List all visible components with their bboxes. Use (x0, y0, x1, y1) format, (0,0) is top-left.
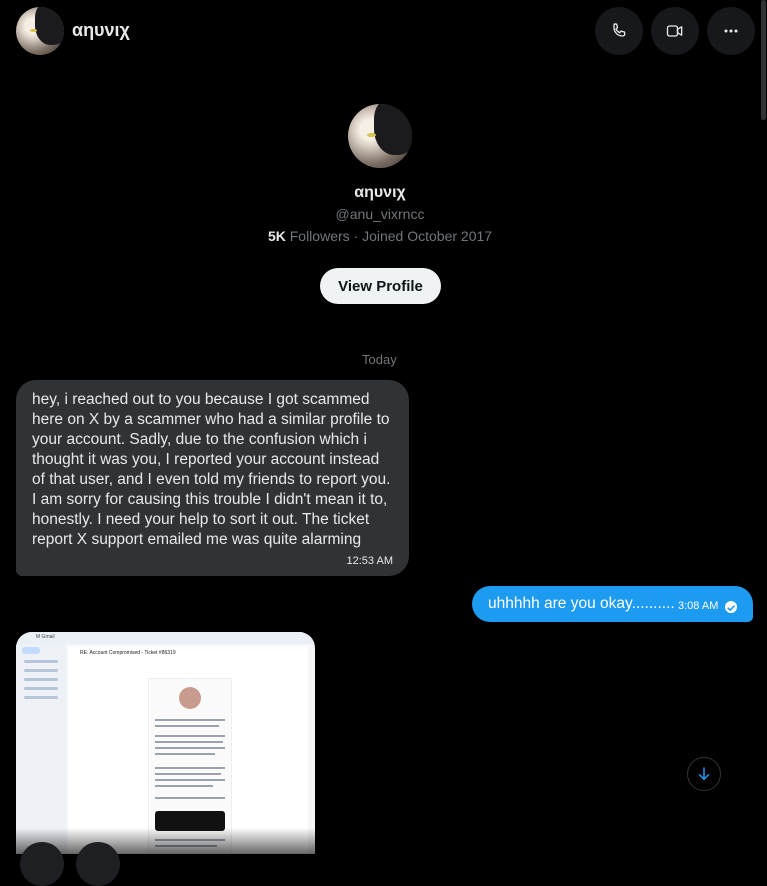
message-text: uhhhhh are you okay.......... (488, 595, 675, 612)
attachment-topbar: M Gmail (16, 632, 315, 644)
attachment-app-label: M Gmail (36, 634, 55, 640)
attachment-sidebar-item (24, 687, 58, 690)
more-icon (724, 29, 738, 33)
attachment-sidebar-item (24, 660, 58, 663)
view-profile-button[interactable]: View Profile (320, 268, 441, 304)
attachment-text-line (155, 767, 225, 769)
more-options-button[interactable] (707, 7, 755, 55)
profile-summary: αηυνιχ @anu_vixrncc 5K Followers · Joine… (0, 104, 760, 244)
call-button[interactable] (595, 7, 643, 55)
attachment-text-line (155, 741, 223, 743)
phone-icon (613, 23, 626, 37)
attachment-subject: RE: Account Compromised - Ticket #86319 (80, 650, 176, 656)
attachment-text-line (155, 719, 225, 721)
date-divider: Today (362, 352, 397, 367)
avatar-eye (30, 28, 38, 32)
attachment-text-line (155, 797, 225, 799)
attachment-avatar (179, 687, 201, 709)
attachment-sidebar-item (24, 678, 58, 681)
read-receipt-icon (725, 601, 737, 613)
composer-media-button[interactable] (20, 842, 64, 886)
outgoing-message[interactable]: uhhhhh are you okay.......... 3:08 AM (472, 586, 753, 622)
attachment-compose (22, 647, 40, 654)
profile-avatar[interactable] (348, 104, 412, 168)
image-attachment[interactable]: M Gmail RE: Account Compromised - Ticket… (16, 632, 315, 854)
incoming-message[interactable]: hey, i reached out to you because I got … (16, 380, 409, 576)
attachment-text-line (155, 773, 221, 775)
arrow-down-icon (698, 767, 710, 780)
scrollbar-thumb[interactable] (761, 0, 766, 120)
message-time: 3:08 AM (678, 600, 719, 612)
attachment-sidebar-item (24, 696, 58, 699)
scrollbar[interactable] (760, 0, 767, 854)
message-text: hey, i reached out to you because I got … (32, 391, 391, 548)
attachment-text-line (155, 735, 225, 737)
attachment-text-line (155, 785, 213, 787)
conversation-header: αηυνιχ (0, 0, 767, 62)
video-call-button[interactable] (651, 7, 699, 55)
attachment-text-line (155, 725, 219, 727)
attachment-sidebar-item (24, 669, 58, 672)
avatar[interactable] (16, 7, 64, 55)
joined-date: · Joined October 2017 (349, 228, 493, 244)
profile-meta: 5K Followers · Joined October 2017 (0, 228, 760, 244)
avatar-hair (35, 7, 64, 46)
scroll-to-bottom-button[interactable] (687, 757, 721, 791)
profile-handle: @anu_vixrncc (335, 206, 425, 222)
attachment-text-line (155, 779, 225, 781)
conversation-name[interactable]: αηυνιχ (72, 20, 130, 41)
attachment-mail: RE: Account Compromised - Ticket #86319 (68, 646, 308, 854)
profile-name[interactable]: αηυνιχ (0, 184, 760, 202)
avatar-hair (373, 104, 412, 156)
message-time: 12:53 AM (346, 555, 393, 567)
video-icon (666, 25, 683, 37)
attachment-text-line (155, 747, 225, 749)
followers-count[interactable]: 5K (268, 228, 286, 244)
followers-label[interactable]: Followers (290, 228, 350, 244)
attachment-text-line (155, 753, 215, 755)
composer-gif-button[interactable] (76, 842, 120, 886)
attachment-sidebar (16, 644, 66, 854)
